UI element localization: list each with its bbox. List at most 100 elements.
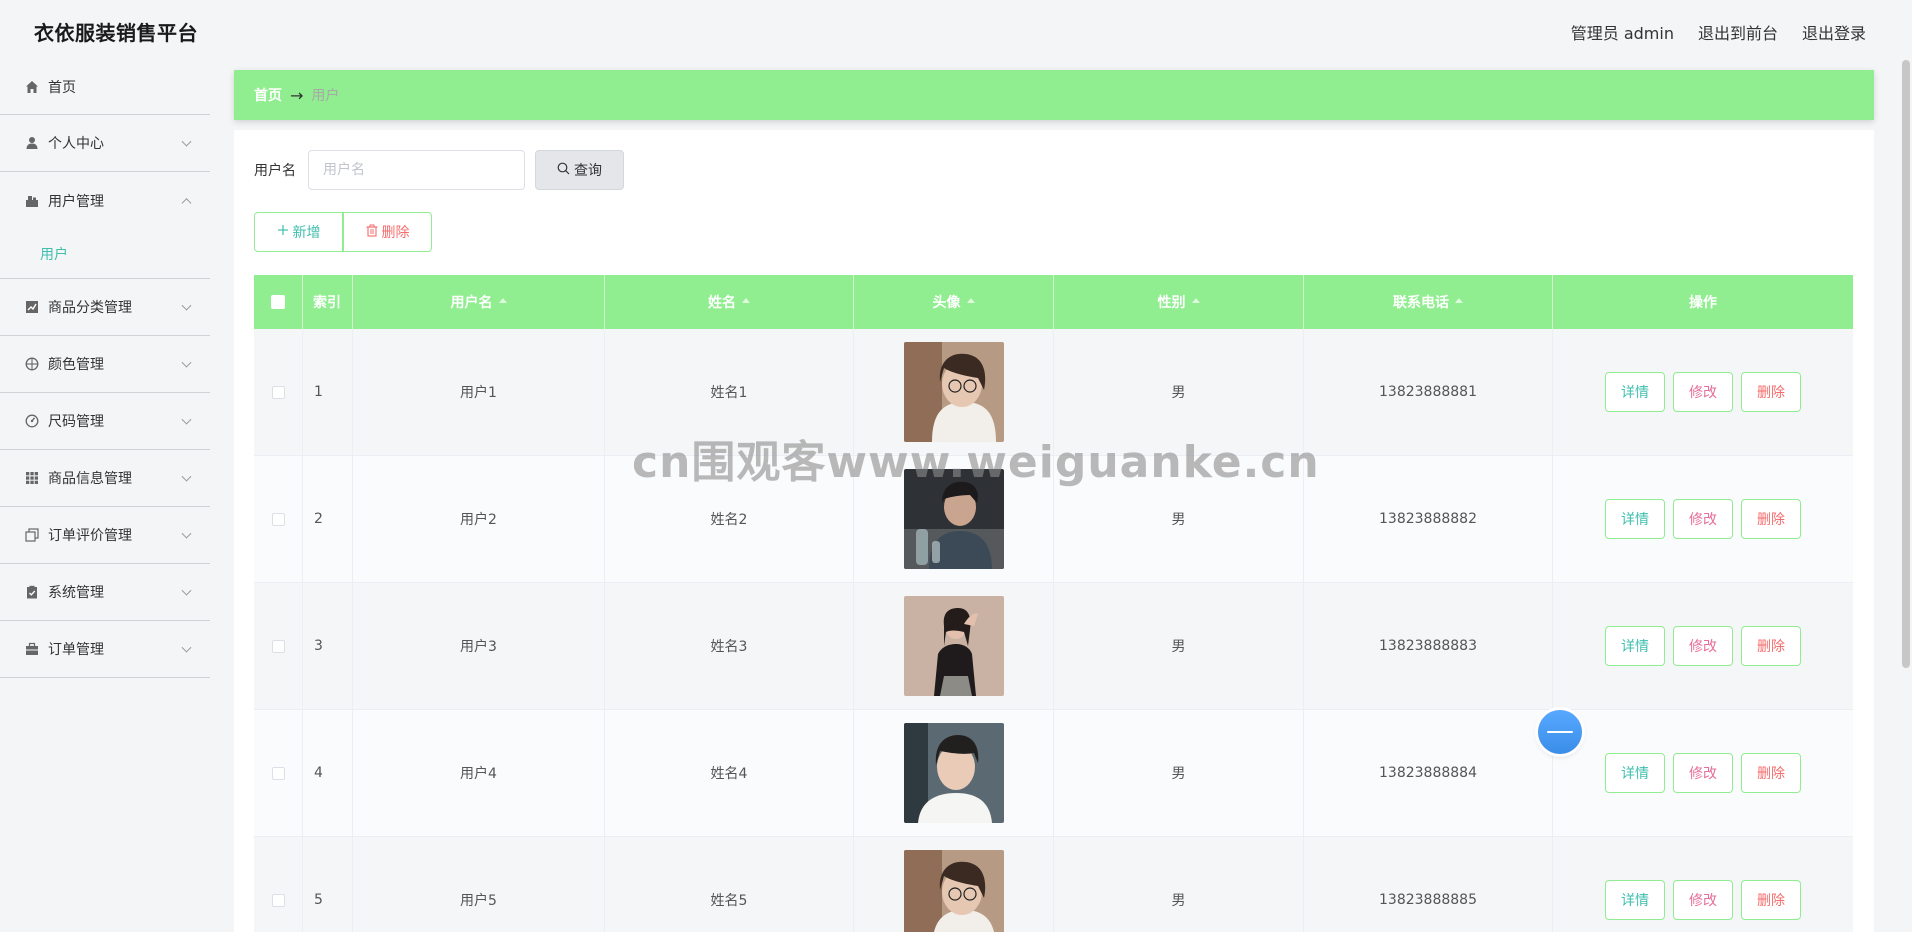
cell-index: 1 <box>303 329 353 455</box>
sidebar-item-system[interactable]: 系统管理 <box>0 564 210 621</box>
top-header: 衣依服装销售平台 管理员 admin 退出到前台 退出登录 <box>0 0 1912 60</box>
sidebar-item-product-info[interactable]: 商品信息管理 <box>0 450 210 507</box>
add-button-label: 新增 <box>292 225 321 241</box>
username-search-input[interactable] <box>308 150 525 190</box>
sidebar-item-orders[interactable]: 订单管理 <box>0 621 210 678</box>
logout-link[interactable]: 退出登录 <box>1802 20 1866 44</box>
search-icon <box>557 162 570 179</box>
detail-button[interactable]: 详情 <box>1605 626 1665 666</box>
edit-button[interactable]: 修改 <box>1673 880 1733 920</box>
header-avatar-label: 头像 <box>932 295 961 311</box>
edit-button[interactable]: 修改 <box>1673 372 1733 412</box>
cell-gender: 男 <box>1054 837 1304 932</box>
header-phone[interactable]: 联系电话 <box>1304 275 1553 329</box>
sidebar-item-size[interactable]: 尺码管理 <box>0 393 210 450</box>
cell-username: 用户5 <box>353 837 605 932</box>
header-username[interactable]: 用户名 <box>353 275 605 329</box>
select-all-checkbox[interactable] <box>271 295 285 309</box>
edit-button[interactable]: 修改 <box>1673 626 1733 666</box>
delete-button[interactable]: 删除 <box>1741 753 1801 793</box>
select-all-cell <box>254 275 303 329</box>
row-checkbox[interactable] <box>271 639 285 653</box>
briefcase-icon <box>24 641 40 657</box>
delete-button[interactable]: 删除 <box>1741 499 1801 539</box>
table-row: 4 用户4 姓名4 男 13823888884 详情 修改 删除 <box>254 710 1853 837</box>
cell-name: 姓名2 <box>605 456 854 582</box>
header-operation: 操作 <box>1689 295 1717 311</box>
detail-button[interactable]: 详情 <box>1605 753 1665 793</box>
sort-icon <box>1455 297 1463 303</box>
breadcrumb-home[interactable]: 首页 <box>254 85 282 105</box>
cell-name: 姓名1 <box>605 329 854 455</box>
cell-username: 用户3 <box>353 583 605 709</box>
sidebar-item-home[interactable]: 首页 <box>0 60 210 115</box>
avatar-image[interactable] <box>903 342 1004 442</box>
avatar-image[interactable] <box>903 850 1004 932</box>
cell-name: 姓名4 <box>605 710 854 836</box>
sidebar-item-user-management[interactable]: 用户管理 <box>0 172 210 229</box>
sidebar-item-order-review[interactable]: 订单评价管理 <box>0 507 210 564</box>
chevron-down-icon <box>181 471 192 482</box>
batch-delete-button[interactable]: 删除 <box>343 212 432 252</box>
sidebar-item-profile[interactable]: 个人中心 <box>0 115 210 172</box>
delete-button[interactable]: 删除 <box>1741 626 1801 666</box>
header-name[interactable]: 姓名 <box>605 275 854 329</box>
cell-username: 用户4 <box>353 710 605 836</box>
cell-avatar <box>854 329 1054 455</box>
row-checkbox[interactable] <box>271 385 285 399</box>
sidebar-item-category[interactable]: 商品分类管理 <box>0 279 210 336</box>
avatar-image[interactable] <box>903 596 1004 696</box>
assistant-icon <box>1547 731 1573 733</box>
cell-phone: 13823888885 <box>1304 837 1553 932</box>
sidebar-item-label: 商品分类管理 <box>48 300 132 316</box>
row-check-cell <box>254 583 303 709</box>
gauge-icon <box>24 413 40 429</box>
row-checkbox[interactable] <box>271 766 285 780</box>
search-label: 用户名 <box>254 163 296 179</box>
query-button[interactable]: 查询 <box>535 150 624 190</box>
header-gender-label: 性别 <box>1157 295 1186 311</box>
exit-to-frontend-link[interactable]: 退出到前台 <box>1698 20 1778 44</box>
add-button[interactable]: 新增 <box>254 212 343 252</box>
edit-button[interactable]: 修改 <box>1673 499 1733 539</box>
row-checkbox[interactable] <box>271 893 285 907</box>
detail-button[interactable]: 详情 <box>1605 499 1665 539</box>
user-icon <box>24 135 40 151</box>
avatar-image[interactable] <box>903 469 1004 569</box>
cell-operation: 详情 修改 删除 <box>1553 456 1853 582</box>
row-check-cell <box>254 710 303 836</box>
clipboard-icon <box>24 584 40 600</box>
delete-button[interactable]: 删除 <box>1741 372 1801 412</box>
avatar-image[interactable] <box>903 723 1004 823</box>
cell-operation: 详情 修改 删除 <box>1553 837 1853 932</box>
header-gender[interactable]: 性别 <box>1054 275 1304 329</box>
cell-avatar <box>854 710 1054 836</box>
detail-button[interactable]: 详情 <box>1605 372 1665 412</box>
cell-index: 5 <box>303 837 353 932</box>
sidebar-subitem-user[interactable]: 用户 <box>0 229 210 279</box>
sidebar-item-label: 订单管理 <box>48 642 104 658</box>
brand-title: 衣依服装销售平台 <box>34 21 198 45</box>
copy-icon <box>24 527 40 543</box>
cell-phone: 13823888884 <box>1304 710 1553 836</box>
cell-index: 4 <box>303 710 353 836</box>
chevron-down-icon <box>181 136 192 147</box>
scrollbar-thumb[interactable] <box>1902 60 1910 668</box>
row-check-cell <box>254 329 303 455</box>
sidebar-item-label: 个人中心 <box>48 136 104 152</box>
header-username-label: 用户名 <box>450 295 493 311</box>
row-checkbox[interactable] <box>271 512 285 526</box>
chevron-down-icon <box>181 300 192 311</box>
edit-button[interactable]: 修改 <box>1673 753 1733 793</box>
delete-button[interactable]: 删除 <box>1741 880 1801 920</box>
floating-assistant-ball[interactable] <box>1538 710 1582 754</box>
sort-icon <box>966 297 975 303</box>
cell-operation: 详情 修改 删除 <box>1553 583 1853 709</box>
breadcrumb-separator: → <box>290 85 304 105</box>
detail-button[interactable]: 详情 <box>1605 880 1665 920</box>
cell-username: 用户1 <box>353 329 605 455</box>
cell-operation: 详情 修改 删除 <box>1553 710 1853 836</box>
admin-label: 管理员 admin <box>1570 24 1674 43</box>
sidebar-item-color[interactable]: 颜色管理 <box>0 336 210 393</box>
header-avatar[interactable]: 头像 <box>854 275 1054 329</box>
